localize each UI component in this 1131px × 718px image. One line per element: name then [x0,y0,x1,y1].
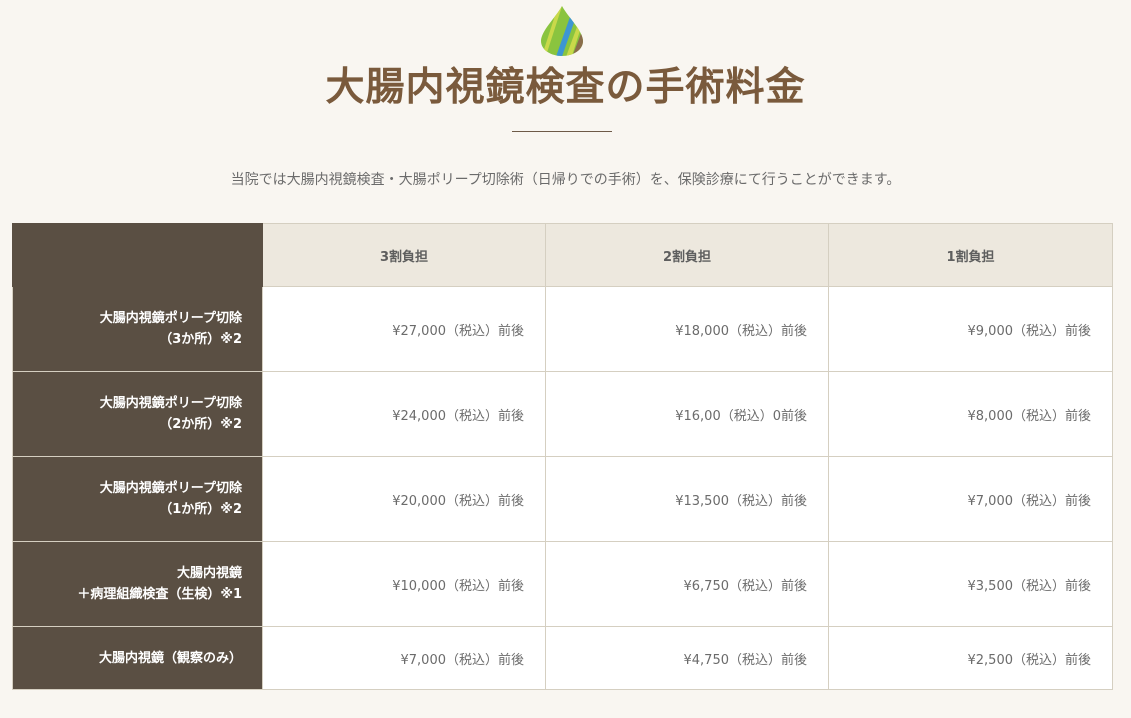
table-row: 大腸内視鏡ポリープ切除 （3か所）※2 ¥27,000（税込）前後 ¥18,00… [12,286,1113,372]
price-cell: ¥9,000（税込）前後 [828,286,1113,372]
table-row: 大腸内視鏡（観察のみ） ¥7,000（税込）前後 ¥4,750（税込）前後 ¥2… [12,626,1113,690]
price-cell: ¥3,500（税込）前後 [828,541,1113,627]
price-cell: ¥7,000（税込）前後 [262,626,546,690]
fee-table: 3割負担 2割負担 1割負担 大腸内視鏡ポリープ切除 （3か所）※2 ¥27,0… [12,223,1113,690]
price-cell: ¥2,500（税込）前後 [828,626,1113,690]
page-title: 大腸内視鏡検査の手術料金 [325,65,806,110]
column-header-20pct: 2割負担 [545,223,829,287]
price-cell: ¥6,750（税込）前後 [545,541,829,627]
row-label-observation: 大腸内視鏡（観察のみ） [12,626,263,690]
leaf-drop-logo-icon [541,6,583,56]
row-label-biopsy: 大腸内視鏡 ＋病理組織検査（生検）※1 [12,541,263,627]
price-cell: ¥13,500（税込）前後 [545,456,829,542]
header-corner-cell [12,223,263,287]
row-label-line: 大腸内視鏡ポリープ切除 [99,481,242,496]
price-cell: ¥16,00（税込）0前後 [545,371,829,457]
column-header-30pct: 3割負担 [262,223,546,287]
column-header-10pct: 1割負担 [828,223,1113,287]
price-cell: ¥20,000（税込）前後 [262,456,546,542]
row-label-line: （2か所）※2 [159,417,242,432]
row-label-line: （1か所）※2 [159,502,242,517]
fee-table-header-row: 3割負担 2割負担 1割負担 [12,223,1113,287]
title-divider [512,131,612,132]
row-label-polyp-3: 大腸内視鏡ポリープ切除 （3か所）※2 [12,286,263,372]
row-label-line: 大腸内視鏡ポリープ切除 [99,396,242,411]
row-label-line: 大腸内視鏡（観察のみ） [98,650,242,666]
intro-text: 当院では大腸内視鏡検査・大腸ポリープ切除術（日帰りでの手術）を、保険診療にて行う… [230,172,901,188]
row-label-line: 大腸内視鏡ポリープ切除 [99,311,242,326]
table-row: 大腸内視鏡ポリープ切除 （2か所）※2 ¥24,000（税込）前後 ¥16,00… [12,371,1113,457]
price-cell: ¥10,000（税込）前後 [262,541,546,627]
row-label-line: ＋病理組織検査（生検）※1 [77,587,242,602]
price-cell: ¥24,000（税込）前後 [262,371,546,457]
table-row: 大腸内視鏡 ＋病理組織検査（生検）※1 ¥10,000（税込）前後 ¥6,750… [12,541,1113,627]
row-label-line: 大腸内視鏡 [176,566,242,581]
price-cell: ¥8,000（税込）前後 [828,371,1113,457]
price-cell: ¥4,750（税込）前後 [545,626,829,690]
price-cell: ¥18,000（税込）前後 [545,286,829,372]
row-label-polyp-1: 大腸内視鏡ポリープ切除 （1か所）※2 [12,456,263,542]
price-cell: ¥7,000（税込）前後 [828,456,1113,542]
price-cell: ¥27,000（税込）前後 [262,286,546,372]
table-row: 大腸内視鏡ポリープ切除 （1か所）※2 ¥20,000（税込）前後 ¥13,50… [12,456,1113,542]
row-label-polyp-2: 大腸内視鏡ポリープ切除 （2か所）※2 [12,371,263,457]
row-label-line: （3か所）※2 [159,332,242,347]
